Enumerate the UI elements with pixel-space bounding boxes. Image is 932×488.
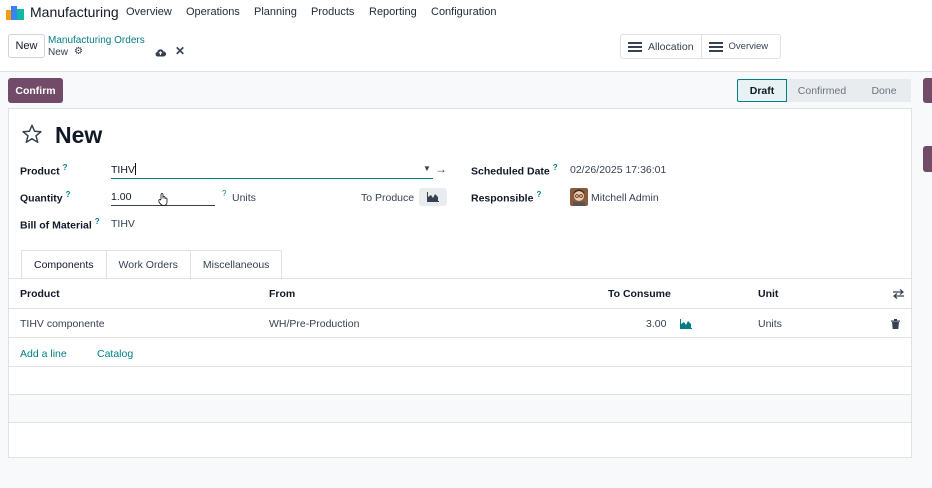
quantity-unit: Units <box>232 192 256 204</box>
empty-row <box>9 423 911 457</box>
row-divider <box>9 337 911 338</box>
list-icon <box>628 40 642 54</box>
responsible-input[interactable]: Mitchell Admin <box>591 192 659 204</box>
quantity-label: Quantity? <box>20 190 71 205</box>
internal-link-arrow-icon[interactable]: → <box>435 162 447 176</box>
menu-products[interactable]: Products <box>311 6 354 18</box>
caret-down-icon[interactable]: ▼ <box>423 164 431 173</box>
save-cloud-icon[interactable] <box>155 48 166 57</box>
forecast-chart-icon[interactable] <box>680 319 692 329</box>
product-label: Product? <box>20 163 68 178</box>
quantity-help[interactable]: ? <box>222 189 226 198</box>
bom-value[interactable]: TIHV <box>111 218 135 230</box>
bom-label: Bill of Material? <box>20 217 100 232</box>
discard-icon[interactable]: ✕ <box>175 44 185 58</box>
view-switcher: Allocation Overview <box>620 34 781 59</box>
row-from[interactable]: WH/Pre-Production <box>269 318 359 330</box>
breadcrumb-parent[interactable]: Manufacturing Orders <box>48 35 145 46</box>
status-confirmed[interactable]: Confirmed <box>787 79 857 102</box>
star-icon[interactable] <box>21 123 43 145</box>
trash-icon[interactable] <box>891 319 900 329</box>
record-title: New <box>55 122 103 148</box>
status-bar: Draft Confirmed Done <box>737 79 911 102</box>
allocation-label: Allocation <box>648 40 694 53</box>
row-unit[interactable]: Units <box>758 318 782 330</box>
notebook-tabs: Components Work Orders Miscellaneous <box>21 250 283 279</box>
tab-work-orders[interactable]: Work Orders <box>106 250 191 279</box>
area-chart-icon <box>427 192 439 202</box>
form-sheet: New Product? TIHV ▼ → Quantity? 1.00 ? U… <box>8 108 912 458</box>
avatar <box>570 188 588 206</box>
overview-label: Overview <box>728 41 769 52</box>
optional-columns-icon[interactable] <box>893 289 904 299</box>
menu-reporting[interactable]: Reporting <box>369 6 417 18</box>
to-produce-label: To Produce <box>361 192 415 204</box>
menu-overview[interactable]: Overview <box>126 6 172 18</box>
tab-miscellaneous[interactable]: Miscellaneous <box>190 250 283 279</box>
control-panel: New Manufacturing Orders New ⚙ ✕ Allocat… <box>0 24 932 72</box>
product-value: TIHV <box>111 164 135 176</box>
breadcrumb-current: New <box>48 47 69 58</box>
top-navbar: Manufacturing Overview Operations Planni… <box>0 0 932 24</box>
add-line-link[interactable]: Add a line <box>20 348 67 360</box>
menu-operations[interactable]: Operations <box>186 6 240 18</box>
scheduled-date-input[interactable]: 02/26/2025 17:36:01 <box>570 164 666 176</box>
manufacturing-app-icon[interactable] <box>6 4 24 20</box>
side-chatter-button[interactable] <box>923 146 932 172</box>
column-header-unit[interactable]: Unit <box>758 288 778 300</box>
column-header-product[interactable]: Product <box>20 288 60 300</box>
menu-planning[interactable]: Planning <box>254 6 297 18</box>
empty-row <box>9 395 911 423</box>
forecast-graph-button[interactable] <box>419 188 447 206</box>
tab-divider <box>9 278 911 279</box>
app-name[interactable]: Manufacturing <box>30 4 119 20</box>
empty-row <box>9 367 911 395</box>
hand-cursor-icon <box>158 193 168 206</box>
status-draft[interactable]: Draft <box>737 79 787 102</box>
side-panel-button[interactable] <box>923 78 932 103</box>
menu-configuration[interactable]: Configuration <box>431 6 496 18</box>
column-header-to-consume[interactable]: To Consume <box>608 288 671 300</box>
column-header-from[interactable]: From <box>269 288 295 300</box>
gear-icon[interactable]: ⚙ <box>74 46 83 57</box>
confirm-button[interactable]: Confirm <box>8 78 63 103</box>
row-to-consume[interactable]: 3.00 <box>646 318 666 330</box>
new-button[interactable]: New <box>8 34 45 58</box>
header-divider <box>9 308 911 309</box>
overview-button[interactable]: Overview <box>700 35 776 58</box>
product-input[interactable]: TIHV <box>111 163 433 179</box>
allocation-button[interactable]: Allocation <box>621 35 701 58</box>
scheduled-date-label: Scheduled Date? <box>471 163 558 178</box>
tab-components[interactable]: Components <box>21 250 107 279</box>
status-done[interactable]: Done <box>857 79 911 102</box>
row-product[interactable]: TIHV componente <box>20 318 105 330</box>
responsible-label: Responsible? <box>471 190 542 205</box>
menu-lines-icon <box>708 40 723 54</box>
catalog-link[interactable]: Catalog <box>97 348 133 360</box>
